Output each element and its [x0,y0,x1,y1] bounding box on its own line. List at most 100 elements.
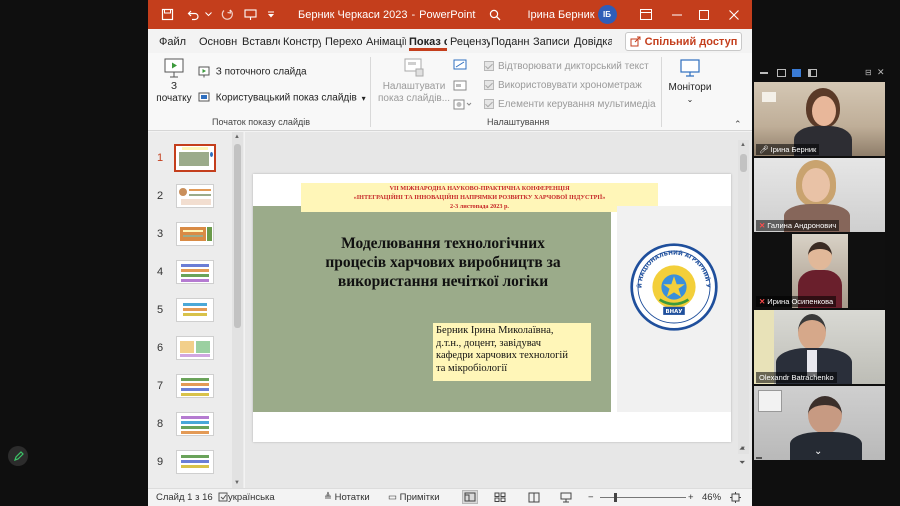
author-department-cont: та мікробіології [436,362,508,374]
tab-animations[interactable]: Анімації [366,33,406,51]
tab-home[interactable]: Основн [199,33,239,51]
play-slideshow-icon [164,58,184,78]
slide-title-line3: використання нечіткої логіки [337,273,549,290]
minimize-icon[interactable] [666,0,688,29]
thumbnail-row[interactable]: 4 [148,254,234,292]
redo-icon[interactable] [217,0,235,29]
grid-layout-icon[interactable] [777,69,786,77]
chevron-down-icon[interactable]: ⌄ [814,446,822,457]
reading-view-icon[interactable] [528,492,540,506]
thumbnail-row[interactable]: 7 [148,368,234,406]
zoom-in-icon[interactable]: + [688,492,694,503]
normal-view-icon[interactable] [462,490,478,504]
thumbnail-number: 8 [157,418,164,430]
editor-scrollbar[interactable]: ▲ ▼ [738,140,749,454]
slideshow-view-icon[interactable] [560,492,572,506]
customize-qat-icon[interactable] [265,0,277,29]
slide-sorter-icon[interactable] [494,492,506,506]
media-controls-checkbox[interactable]: Елементи керування мультимедіа [484,99,656,110]
comments-button[interactable]: ▭ Примітки [388,492,440,503]
hide-slide-icon[interactable] [453,59,467,74]
video-tile[interactable]: 🎤︎ Ірина Берник [754,82,885,156]
zoom-slider[interactable] [600,493,686,502]
slide-canvas[interactable]: VII МІЖНАРОДНА НАУКОВО-ПРАКТИЧНА КОНФЕРЕ… [253,174,731,442]
previous-slide-icon[interactable]: ⏶ [739,444,745,454]
scroll-up-icon[interactable]: ▲ [234,134,240,140]
zoom-out-icon[interactable]: − [588,492,594,503]
tab-design[interactable]: Констру [283,33,321,51]
author-box[interactable]: Берник Ірина Миколаївна, д.т.н., доцент,… [433,323,591,381]
tab-review[interactable]: Рецензу [450,33,490,51]
gallery-layout-icon[interactable] [808,69,817,77]
tab-file[interactable]: Файл [159,33,189,51]
logo-abbreviation: ВНАУ [666,309,683,315]
thumbnail-row[interactable]: 3 [148,216,234,254]
scroll-up-icon[interactable]: ▲ [740,142,746,148]
undo-dropdown-icon[interactable] [203,0,213,29]
play-narration-checkbox[interactable]: Відтворювати дикторський текст [484,61,649,72]
conference-banner[interactable]: VII МІЖНАРОДНА НАУКОВО-ПРАКТИЧНА КОНФЕРЕ… [301,183,658,212]
language-indicator[interactable]: українська [228,492,275,503]
use-timings-checkbox[interactable]: Використовувати хронометраж [484,80,642,91]
zoom-level[interactable]: 46% [702,492,721,503]
pen-icon[interactable] [8,446,28,466]
scrollbar-thumb[interactable] [740,154,747,172]
tab-help[interactable]: Довідка [574,33,612,51]
tab-transitions[interactable]: Перехо [325,33,362,51]
thumbnail-row[interactable]: 6 [148,330,234,368]
fit-to-window-icon[interactable] [730,492,741,506]
user-name[interactable]: Ірина Берник [527,0,595,29]
chevron-down-icon: ⌄ [686,95,694,104]
scrollbar-thumb[interactable] [234,144,241,328]
slideshow-qat-icon[interactable] [241,0,259,29]
video-tile[interactable]: ⌄ [754,386,885,460]
scroll-down-icon[interactable]: ▼ [234,480,240,486]
collapse-ribbon-icon[interactable]: ⌃ [734,119,742,130]
rehearse-timings-icon[interactable] [453,80,467,95]
search-icon[interactable] [486,0,504,29]
ribbon-display-options-icon[interactable] [637,0,655,29]
thumbnail-row[interactable]: 5 [148,292,234,330]
ribbon: З початку З поточного слайда Користуваць… [148,53,752,131]
participant-name-tag: ✕ Ирина Осипенкова [756,296,837,307]
participant-name-tag: ✕ Галина Андронович [756,220,840,231]
tab-recording[interactable]: Записи [533,33,571,51]
avatar[interactable]: ІБ [597,0,617,29]
video-tile[interactable]: ✕ Галина Андронович [754,158,885,232]
thumbnail-row[interactable]: 1 [148,140,234,178]
from-current-button[interactable]: З поточного слайда [198,66,307,78]
thumbnails-scrollbar[interactable]: ▲ ▼ [232,132,243,488]
close-panel-icon[interactable]: ✕ [877,68,885,77]
next-slide-icon[interactable]: ⏷ [739,458,745,468]
record-slideshow-icon[interactable] [453,99,473,114]
custom-show-button[interactable]: Користувацький показ слайдів ▾ [198,92,366,104]
undo-icon[interactable] [184,0,202,29]
tab-view[interactable]: Подання [491,33,530,51]
speaker-layout-icon[interactable] [792,69,801,77]
autosave-icon[interactable] [158,0,176,29]
slide-title[interactable]: Моделювання технологічних процесів харчо… [293,234,593,291]
maximize-icon[interactable] [693,0,715,29]
monitor-icon [680,59,700,77]
thumbnail-row[interactable]: 2 [148,178,234,216]
minimize-panel-icon[interactable] [760,72,768,74]
share-button[interactable]: Спільний доступ [625,32,742,51]
setup-slideshow-button[interactable]: Налаштувати показ слайдів... [378,57,450,105]
from-beginning-button[interactable]: З початку [156,57,192,105]
share-icon [630,36,641,47]
monitors-button[interactable]: Монітори ⌄ [666,57,714,106]
thumbnail-row[interactable]: 8 [148,406,234,444]
slide-thumbnails-pane: 1 2 3 4 5 6 7 8 9 ▲ ▼ [148,132,244,488]
video-tile[interactable]: ✕ Ирина Осипенкова [754,234,885,308]
tab-insert[interactable]: Вставле [242,33,280,51]
pin-icon[interactable]: ⊟ [865,68,872,77]
setup-line2: показ слайдів... [378,93,451,104]
notes-button[interactable]: ≜ Нотатки [324,492,370,503]
close-icon[interactable] [723,0,745,29]
university-logo[interactable]: ВІННИЦЬКИЙ НАЦІОНАЛЬНИЙ АГРАРНИЙ УНІВЕРС… [629,242,719,332]
tab-slideshow[interactable]: Показ с [409,33,447,51]
accessibility-icon[interactable] [218,492,228,505]
zoom-slider-thumb[interactable] [614,493,617,502]
thumbnail-row[interactable]: 9 [148,444,234,482]
video-tile[interactable]: Olexandr Batrachenko [754,310,885,384]
